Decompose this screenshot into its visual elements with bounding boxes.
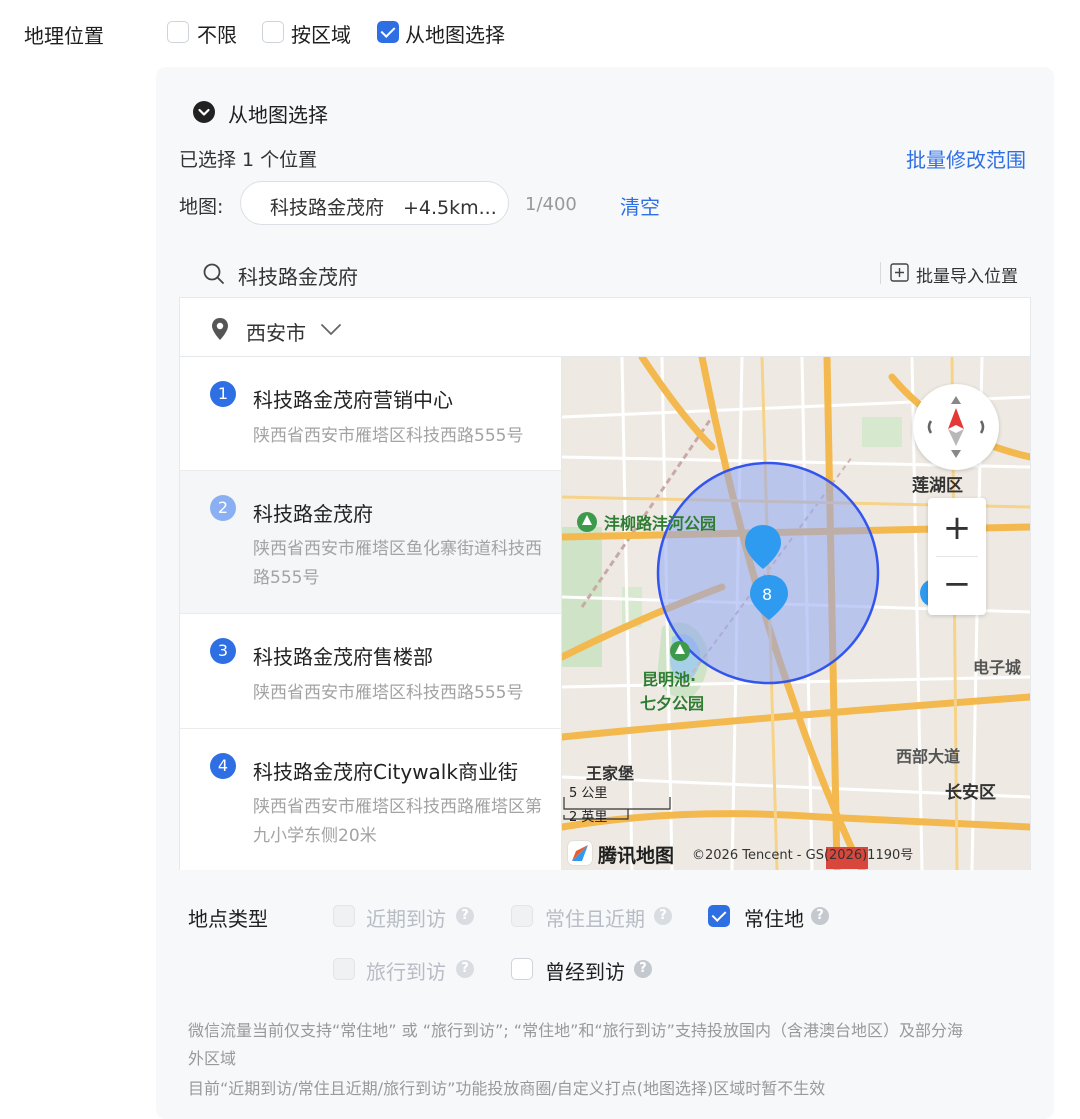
zoom-in-button[interactable]: + (928, 502, 986, 554)
note-line-1: 微信流量当前仅支持“常住地” 或 “旅行到访”; “常住地”和“旅行到访”支持投… (188, 1021, 963, 1040)
result-address: 陕西省西安市雁塔区鱼化寨街道科技西路555号 (253, 539, 542, 588)
travel-visit-label: 旅行到访 (366, 960, 446, 984)
location-pin-icon (210, 317, 230, 345)
search-divider (880, 262, 881, 284)
geo-label: 地理位置 (24, 24, 104, 48)
map-label-park: 昆明池· (642, 670, 697, 689)
result-name: 科技路金茂府营销中心 (253, 388, 453, 412)
search-icon (202, 262, 226, 290)
recent-visit-help-icon[interactable]: ? (456, 907, 474, 925)
geo-option-unlimited-label[interactable]: 不限 (197, 19, 237, 48)
map-brand: 腾讯地图 (598, 845, 675, 867)
map-label-park: 七夕公园 (640, 694, 705, 713)
scale-mi-label: 2 英里 (569, 810, 608, 825)
map-label-district: 长安区 (945, 783, 996, 803)
scale-km-label: 5 公里 (569, 786, 608, 801)
note-line-2: 目前“近期到访/常住且近期/旅行到访”功能投放商圈/自定义打点(地图选择)区域时… (188, 1079, 826, 1098)
result-number-badge: 2 (210, 495, 236, 521)
resident-recent-checkbox[interactable] (511, 905, 533, 927)
result-name: 科技路金茂府售楼部 (253, 645, 433, 669)
resident-checkbox[interactable] (708, 905, 730, 927)
result-list: 1 科技路金茂府营销中心 陕西省西安市雁塔区科技西路555号 2 科技路金茂府 … (180, 357, 562, 870)
travel-visit-checkbox[interactable] (333, 958, 355, 980)
result-address: 陕西省西安市雁塔区科技西路555号 (253, 683, 524, 703)
batch-modify-range-link[interactable]: 批量修改范围 (906, 144, 1026, 173)
travel-visit-help-icon[interactable]: ? (456, 960, 474, 978)
result-name: 科技路金茂府 (253, 502, 373, 526)
map-label-district: 莲湖区 (912, 476, 963, 496)
geo-option-region-label[interactable]: 按区域 (291, 19, 351, 48)
search-input[interactable]: 科技路金茂府 (238, 261, 358, 290)
compass-control[interactable] (913, 384, 999, 470)
zoom-divider (936, 556, 978, 557)
clear-button[interactable]: 清空 (620, 191, 660, 220)
result-item[interactable]: 2 科技路金茂府 陕西省西安市雁塔区鱼化寨街道科技西路555号 (180, 471, 561, 614)
collapse-chevron-icon[interactable] (193, 101, 215, 123)
note-line-1-cont: 外区域 (188, 1049, 237, 1068)
map-list-container: 西安市 1 科技路金茂府营销中心 陕西省西安市雁塔区科技西路555号 2 科技路… (179, 297, 1031, 870)
city-selector[interactable]: 西安市 (180, 298, 1030, 357)
result-number-badge: 4 (210, 753, 236, 779)
ever-visit-help-icon[interactable]: ? (634, 960, 652, 978)
chevron-down-icon (320, 322, 342, 341)
recent-visit-checkbox[interactable] (333, 905, 355, 927)
zoom-out-button[interactable]: − (928, 558, 986, 610)
map-copyright: ©2026 Tencent - GS(2026)1190号 (692, 848, 914, 863)
result-number-badge: 1 (210, 381, 236, 407)
result-number-badge: 3 (210, 638, 236, 664)
resident-recent-help-icon[interactable]: ? (654, 907, 672, 925)
geo-option-region-checkbox[interactable] (262, 21, 284, 43)
map-view[interactable]: 莲湖区 沣柳路沣河公园 昆明池· 七夕公园 电子城 西部大道 王家堡 长安区 8… (562, 357, 1030, 870)
ever-visit-label[interactable]: 曾经到访 (545, 956, 625, 985)
result-item[interactable]: 1 科技路金茂府营销中心 陕西省西安市雁塔区科技西路555号 (180, 357, 561, 471)
resident-recent-label: 常住且近期 (545, 907, 645, 931)
chip-counter: 1/400 (525, 194, 577, 215)
compass-icon (927, 396, 985, 458)
map-label-area: 电子城 (973, 658, 1022, 677)
resident-help-icon[interactable]: ? (811, 907, 829, 925)
selected-count-text: 已选择 1 个位置 (179, 149, 318, 171)
result-name: 科技路金茂府Citywalk商业街 (253, 760, 518, 784)
selected-location-chip-text: 科技路金茂府 +4.5km... (270, 197, 497, 219)
tencent-map-logo-icon (568, 841, 592, 865)
map-marker-count[interactable]: 8 (762, 585, 772, 604)
recent-visit-label: 近期到访 (366, 907, 446, 931)
place-type-label: 地点类型 (188, 907, 268, 931)
geo-option-map-checkbox[interactable] (377, 21, 399, 43)
map-field-label: 地图: (179, 196, 224, 218)
resident-label[interactable]: 常住地 (744, 903, 804, 932)
geo-option-map-label[interactable]: 从地图选择 (405, 19, 505, 48)
geo-option-unlimited-checkbox[interactable] (167, 21, 189, 43)
batch-import-icon[interactable] (890, 263, 909, 286)
batch-import-link[interactable]: 批量导入位置 (916, 262, 1018, 287)
selected-location-chip[interactable]: 科技路金茂府 +4.5km... (240, 181, 509, 225)
result-item[interactable]: 4 科技路金茂府Citywalk商业街 陕西省西安市雁塔区科技西路雁塔区第九小学… (180, 729, 561, 870)
map-label-area: 王家堡 (586, 764, 635, 783)
map-label-park: 沣柳路沣河公园 (604, 514, 717, 533)
map-label-road: 西部大道 (896, 747, 961, 766)
result-address: 陕西省西安市雁塔区科技西路雁塔区第九小学东侧20米 (253, 797, 542, 846)
section-title: 从地图选择 (228, 103, 328, 127)
result-address: 陕西省西安市雁塔区科技西路555号 (253, 426, 524, 446)
city-name: 西安市 (246, 321, 306, 345)
result-item[interactable]: 3 科技路金茂府售楼部 陕西省西安市雁塔区科技西路555号 (180, 614, 561, 729)
zoom-control: + − (928, 498, 986, 615)
ever-visit-checkbox[interactable] (511, 958, 533, 980)
